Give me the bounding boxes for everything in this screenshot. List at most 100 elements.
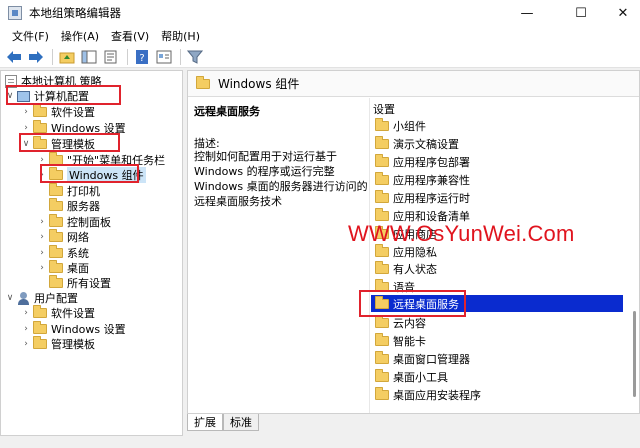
description-text: 控制如何配置用于对运行基于 Windows 的程序或运行完整 Windows 桌… [194, 150, 368, 208]
show-hide-tree-icon[interactable] [79, 48, 99, 66]
group-policy-app-icon [8, 6, 22, 20]
chevron-right-icon[interactable]: › [21, 305, 31, 321]
highlight-box-computer-config [6, 85, 121, 105]
highlight-box-windows-components [40, 164, 139, 183]
folder-icon [33, 120, 47, 133]
folder-icon [49, 183, 63, 196]
folder-icon [33, 336, 47, 349]
menu-action[interactable]: 操作(A) [55, 28, 105, 44]
tree-system[interactable]: › 系统 [37, 245, 89, 261]
tree-all-settings[interactable]: 所有设置 [37, 275, 111, 291]
filter-icon[interactable] [185, 48, 205, 66]
folder-icon [375, 153, 389, 167]
list-item[interactable]: 小组件 [371, 117, 623, 134]
chevron-right-icon[interactable]: › [21, 104, 31, 120]
highlight-box-admin-templates [19, 133, 120, 152]
folder-icon [375, 189, 389, 203]
folder-icon [33, 321, 47, 334]
folder-icon [49, 214, 63, 227]
folder-icon [375, 260, 389, 274]
list-item[interactable]: 应用程序运行时 [371, 189, 623, 206]
minimize-button[interactable]: — [504, 0, 550, 26]
folder-icon [375, 386, 389, 400]
list-item[interactable]: 桌面窗口管理器 [371, 350, 623, 367]
tree-user-windows-settings[interactable]: › Windows 设置 [21, 321, 126, 337]
folder-icon [33, 305, 47, 318]
folder-icon [49, 229, 63, 242]
folder-icon [375, 135, 389, 149]
view-tabs: 扩展 标准 [187, 414, 259, 432]
tree-server[interactable]: 服务器 [37, 198, 100, 214]
tree-label: 网络 [67, 231, 89, 244]
forward-icon[interactable] [26, 48, 46, 66]
folder-icon [49, 260, 63, 273]
properties-icon[interactable] [154, 48, 174, 66]
menu-file[interactable]: 文件(F) [6, 28, 55, 44]
tree-user-software-settings[interactable]: › 软件设置 [21, 305, 95, 321]
tree-label: 控制面板 [67, 216, 111, 229]
folder-icon [375, 171, 389, 185]
tree-user-config[interactable]: ∨ 用户配置 [5, 290, 78, 306]
list-item[interactable]: 应用程序兼容性 [371, 171, 623, 188]
chevron-right-icon[interactable]: › [37, 260, 47, 276]
folder-icon [375, 350, 389, 364]
tree-label: 管理模板 [51, 338, 95, 351]
tree-desktop[interactable]: › 桌面 [37, 260, 89, 276]
tree-label: 桌面 [67, 262, 89, 275]
column-header-settings[interactable]: 设置 [373, 101, 395, 117]
folder-icon [49, 198, 63, 211]
list-item[interactable]: 桌面小工具 [371, 368, 623, 385]
chevron-right-icon[interactable]: › [21, 336, 31, 352]
chevron-right-icon[interactable]: › [37, 245, 47, 261]
tree-label: 服务器 [67, 200, 100, 213]
tree-label: 所有设置 [67, 277, 111, 290]
svg-text:?: ? [139, 53, 144, 64]
list-item[interactable]: 演示文稿设置 [371, 135, 623, 152]
folder-icon [375, 314, 389, 328]
help-icon[interactable]: ? [132, 48, 152, 66]
chevron-down-icon[interactable]: ∨ [5, 290, 15, 306]
folder-icon [375, 117, 389, 131]
toolbar: ? [0, 46, 640, 68]
folder-icon [375, 243, 389, 257]
tree-label: 软件设置 [51, 307, 95, 320]
details-header: Windows 组件 [188, 71, 639, 97]
menu-view[interactable]: 查看(V) [105, 28, 155, 44]
chevron-right-icon[interactable]: › [21, 321, 31, 337]
tree-label: Windows 设置 [51, 323, 126, 336]
chevron-right-icon[interactable]: › [37, 229, 47, 245]
toolbar-separator [180, 48, 181, 65]
list-item[interactable]: 智能卡 [371, 332, 623, 349]
toolbar-separator [127, 48, 128, 65]
vertical-scrollbar[interactable] [633, 311, 636, 397]
tree-label: 用户配置 [34, 292, 78, 305]
tree-network[interactable]: › 网络 [37, 229, 89, 245]
chevron-right-icon[interactable]: › [37, 214, 47, 230]
folder-icon [375, 332, 389, 346]
tree-software-settings[interactable]: › 软件设置 [21, 104, 95, 120]
tree-printers[interactable]: 打印机 [37, 183, 100, 199]
pane-divider [369, 98, 370, 413]
tree-control-panel[interactable]: › 控制面板 [37, 214, 111, 230]
folder-icon [49, 245, 63, 258]
details-header-title: Windows 组件 [218, 77, 300, 91]
highlight-box-remote-desktop-services [359, 290, 466, 317]
back-icon[interactable] [4, 48, 24, 66]
export-list-icon[interactable] [101, 48, 121, 66]
folder-icon [375, 207, 389, 221]
toolbar-separator [52, 48, 53, 65]
maximize-button[interactable]: ☐ [558, 0, 604, 26]
folder-icon [375, 368, 389, 382]
folder-icon [49, 275, 63, 288]
close-button[interactable]: ✕ [600, 0, 640, 26]
tab-standard[interactable]: 标准 [223, 414, 259, 431]
tab-extended[interactable]: 扩展 [187, 414, 223, 431]
list-item[interactable]: 应用程序包部署 [371, 153, 623, 170]
up-folder-icon[interactable] [57, 48, 77, 66]
tree-label: 系统 [67, 247, 89, 260]
tree-user-admin-templates[interactable]: › 管理模板 [21, 336, 95, 352]
list-item[interactable]: 桌面应用安装程序 [371, 386, 623, 403]
menu-help[interactable]: 帮助(H) [155, 28, 206, 44]
list-item[interactable]: 有人状态 [371, 260, 623, 277]
folder-icon [33, 104, 47, 117]
